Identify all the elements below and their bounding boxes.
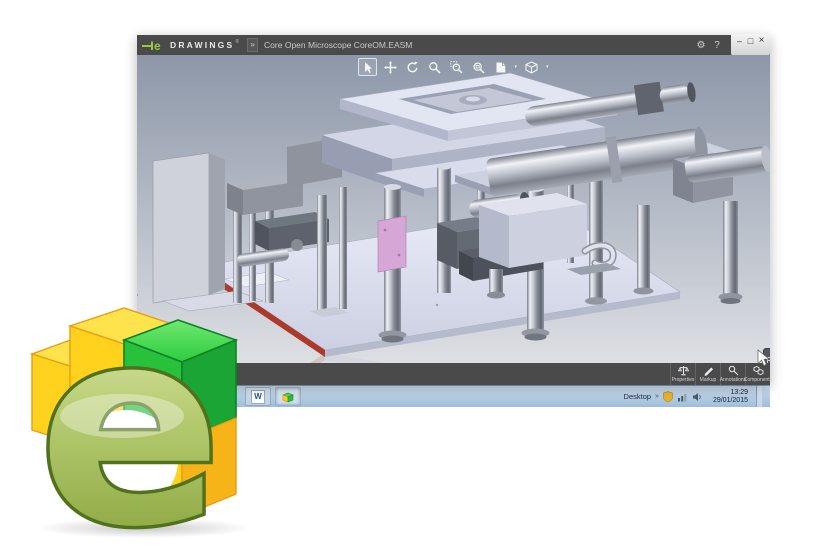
security-shield-icon[interactable] xyxy=(663,391,673,402)
magnifier-icon xyxy=(428,61,441,74)
title-bar: e DRAWINGS ® » Core Open Microscope Core… xyxy=(137,34,770,56)
pencil-icon xyxy=(704,367,713,376)
zoom-tool-button[interactable] xyxy=(425,59,442,75)
desktop-toolbar-label[interactable]: Desktop xyxy=(624,392,652,401)
markup-options-button[interactable] xyxy=(491,59,508,75)
magnifier-fit-icon xyxy=(472,61,485,74)
system-tray: Desktop » 13:29 29/01/2015 xyxy=(624,386,770,407)
dropdown-arrow-icon[interactable]: ▾ xyxy=(546,64,549,70)
document-title: Core Open Microscope CoreOM.EASM xyxy=(264,40,413,50)
edrawings-dash-e-icon: e xyxy=(142,39,161,52)
dropdown-arrow-icon[interactable]: ▾ xyxy=(514,64,517,70)
taskbar-clock[interactable]: 13:29 29/01/2015 xyxy=(713,389,748,405)
clock-time: 13:29 xyxy=(730,388,748,396)
markup-button[interactable]: Markup xyxy=(695,363,720,385)
help-icon[interactable]: ? xyxy=(709,40,725,51)
balloon-annotation-icon xyxy=(728,365,738,376)
volume-icon[interactable] xyxy=(692,392,703,402)
network-icon[interactable] xyxy=(677,392,688,402)
rotate-icon xyxy=(407,61,418,72)
select-cursor-icon xyxy=(364,61,372,73)
markup-sheet-icon xyxy=(495,62,505,72)
edrawings-mini-icon xyxy=(282,392,294,403)
window-controls: – □ × xyxy=(731,34,770,56)
promo-canvas: e DRAWINGS ® » Core Open Microscope Core… xyxy=(0,0,820,546)
menu-chevron-button[interactable]: » xyxy=(247,38,259,52)
magnifier-area-icon xyxy=(449,60,463,74)
properties-button[interactable]: Properties xyxy=(670,363,695,385)
properties-scale-icon xyxy=(677,366,689,376)
edrawings-app-logo: e xyxy=(29,288,252,540)
svg-text:e: e xyxy=(154,39,161,52)
taskbar-edrawings-button[interactable] xyxy=(275,387,301,406)
desktop-chevron[interactable]: » xyxy=(655,393,659,400)
cube-icon xyxy=(525,60,538,74)
edrawings-brand-logo: e DRAWINGS ® xyxy=(137,35,245,55)
clock-date: 29/01/2015 xyxy=(712,396,748,404)
settings-gear-icon[interactable]: ⚙ xyxy=(693,40,709,51)
view-toolbar: ▾ ▾ xyxy=(357,58,549,76)
brand-wordmark: DRAWINGS xyxy=(170,40,235,50)
registered-mark: ® xyxy=(235,39,240,45)
maximize-button[interactable]: □ xyxy=(745,35,756,48)
select-tool-button[interactable] xyxy=(357,58,377,76)
mouse-cursor xyxy=(757,349,770,367)
show-desktop-button[interactable] xyxy=(756,386,762,407)
zoom-fit-tool-button[interactable] xyxy=(469,59,486,75)
e-gloss-highlight xyxy=(60,394,184,438)
pan-tool-button[interactable] xyxy=(381,59,398,75)
close-button[interactable]: × xyxy=(756,35,767,48)
zoom-area-tool-button[interactable] xyxy=(447,59,464,75)
view-orientation-button[interactable] xyxy=(523,59,540,75)
pan-icon xyxy=(383,60,397,74)
minimize-button[interactable]: – xyxy=(734,35,745,48)
rotate-tool-button[interactable] xyxy=(403,59,420,75)
annotations-button[interactable]: Annotations xyxy=(720,363,746,385)
